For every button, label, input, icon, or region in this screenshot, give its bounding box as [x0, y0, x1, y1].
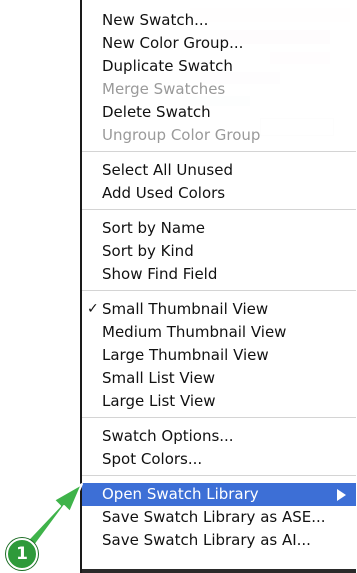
menu-item-label: Open Swatch Library [102, 485, 259, 503]
menu-item-sort-by-name[interactable]: Sort by Name [82, 217, 356, 240]
menu-item-label: Large Thumbnail View [102, 346, 269, 364]
menu-separator [82, 151, 356, 152]
menu-item-label: Merge Swatches [102, 80, 226, 98]
callout-arrow-icon [23, 483, 83, 553]
menu-item-medium-thumbnail-view[interactable]: Medium Thumbnail View [82, 321, 356, 344]
menu-item-spot-colors[interactable]: Spot Colors... [82, 448, 356, 471]
menu-item-label: New Color Group... [102, 34, 244, 52]
menu-item-ungroup-color-group: Ungroup Color Group [82, 124, 356, 147]
menu-item-label: Small Thumbnail View [102, 300, 269, 318]
menu-item-new-swatch[interactable]: New Swatch... [82, 9, 356, 32]
menu-item-open-swatch-library[interactable]: Open Swatch Library [82, 483, 356, 506]
menu-item-add-used-colors[interactable]: Add Used Colors [82, 182, 356, 205]
submenu-arrow-icon [337, 489, 346, 501]
menu-item-label: Save Swatch Library as AI... [102, 531, 311, 549]
menu-item-swatch-options[interactable]: Swatch Options... [82, 425, 356, 448]
menu-separator [82, 209, 356, 210]
callout-badge: 1 [6, 538, 38, 570]
menu-item-small-list-view[interactable]: Small List View [82, 367, 356, 390]
menu-item-label: Select All Unused [102, 161, 233, 179]
menu-separator [82, 290, 356, 291]
menu-item-label: Save Swatch Library as ASE... [102, 508, 326, 526]
menu-bottom-edge [82, 569, 356, 573]
menu-item-merge-swatches: Merge Swatches [82, 78, 356, 101]
menu-item-save-swatch-library-as-ai[interactable]: Save Swatch Library as AI... [82, 529, 356, 552]
menu-item-label: Add Used Colors [102, 184, 226, 202]
menu-item-label: Ungroup Color Group [102, 126, 261, 144]
menu-item-large-thumbnail-view[interactable]: Large Thumbnail View [82, 344, 356, 367]
menu-item-label: Duplicate Swatch [102, 57, 233, 75]
menu-separator [82, 417, 356, 418]
menu-item-save-swatch-library-as-ase[interactable]: Save Swatch Library as ASE... [82, 506, 356, 529]
menu-item-show-find-field[interactable]: Show Find Field [82, 263, 356, 286]
menu-item-duplicate-swatch[interactable]: Duplicate Swatch [82, 55, 356, 78]
menu-separator [82, 475, 356, 476]
menu-item-new-color-group[interactable]: New Color Group... [82, 32, 356, 55]
menu-item-label: Medium Thumbnail View [102, 323, 287, 341]
menu-item-sort-by-kind[interactable]: Sort by Kind [82, 240, 356, 263]
menu-item-large-list-view[interactable]: Large List View [82, 390, 356, 413]
menu-item-select-all-unused[interactable]: Select All Unused [82, 159, 356, 182]
menu-item-delete-swatch[interactable]: Delete Swatch [82, 101, 356, 124]
menu-item-small-thumbnail-view[interactable]: ✓ Small Thumbnail View [82, 298, 356, 321]
swatches-panel-menu: New Swatch... New Color Group... Duplicate… [80, 0, 356, 573]
menu-item-label: Swatch Options... [102, 427, 234, 445]
